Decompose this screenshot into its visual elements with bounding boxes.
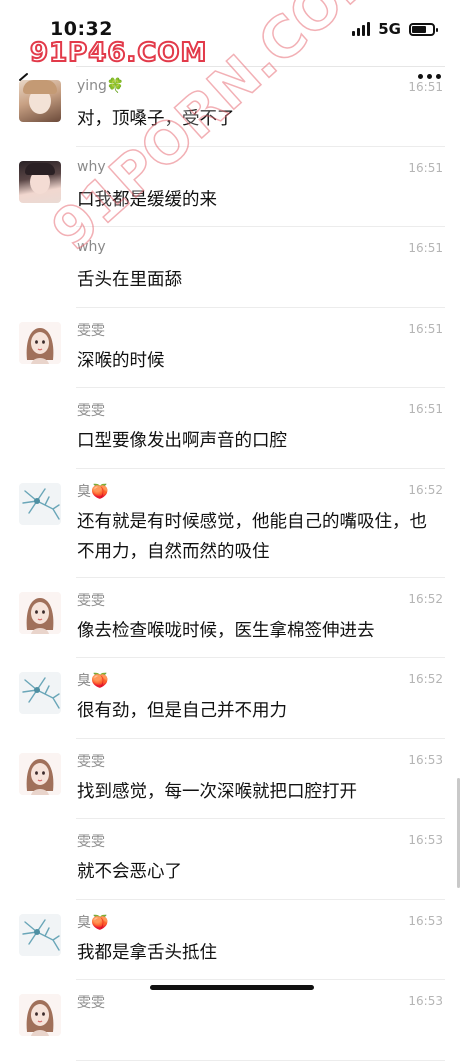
chat-message[interactable]: 雯雯 16:52 像去检查喉咙时候，医生拿棉签伸进去 [0,578,463,658]
message-text[interactable]: 深喉的时候 [77,346,443,376]
status-indicators: 5G [352,20,438,38]
chat-message[interactable]: 雯雯 16:53 找到感觉，每一次深喉就把口腔打开 [0,739,463,819]
message-text[interactable]: 口型要像发出啊声音的口腔 [77,426,443,456]
girl-photo-avatar-2[interactable] [19,160,61,203]
sender-name: why [77,239,106,255]
sender-name: 雯雯 [77,834,105,850]
cartoon-girl-avatar[interactable] [19,752,61,795]
chat-message[interactable]: ying🍀 16:51 对，顶嗓子，受不了 [0,66,463,147]
back-chevron-icon[interactable] [16,72,32,88]
message-time: 16:51 [408,80,443,94]
message-text[interactable]: 口我都是缓缓的来 [77,185,443,215]
message-text[interactable]: 对，顶嗓子，受不了 [77,104,443,134]
chat-message[interactable]: 臭🍑 16:52 还有就是有时候感觉，他能自己的嘴吸住，也不用力，自然而然的吸住 [0,469,463,578]
message-time: 16:53 [408,752,443,767]
cartoon-girl-avatar[interactable] [19,994,61,1036]
sender-name: 雯雯 [77,995,105,1011]
message-divider [76,1059,445,1061]
chat-message[interactable]: why 16:51 舌头在里面舔 [0,227,463,308]
sender-name: ying🍀 [77,78,125,94]
message-time: 16:51 [408,402,443,416]
chat-message-list[interactable]: ying🍀 16:51 对，顶嗓子，受不了 why 16:51 口我都是缓缓的来 why 16… [0,66,463,1061]
sender-name: 臭🍑 [77,483,109,500]
status-time: 10:32 [50,18,113,40]
signal-icon [352,22,371,36]
message-time: 16:51 [408,321,443,336]
message-time: 16:52 [408,591,443,606]
message-text[interactable]: 像去检查喉咙时候，医生拿棉签伸进去 [77,616,443,646]
message-text[interactable]: 还有就是有时候感觉，他能自己的嘴吸住，也不用力，自然而然的吸住 [77,507,443,567]
message-time: 16:52 [408,482,443,497]
home-indicator[interactable] [150,985,314,990]
watermark-top: 91P46.COM [29,37,208,69]
sender-name: 雯雯 [77,322,105,339]
neuron-avatar[interactable] [19,913,61,956]
message-time: 16:51 [408,160,443,175]
neuron-avatar[interactable] [19,672,61,714]
sender-name: 臭🍑 [77,914,109,931]
sender-name: why [77,158,106,175]
chat-message[interactable]: 臭🍑 16:52 很有劲，但是自己并不用力 [0,658,463,739]
cartoon-girl-avatar[interactable] [19,321,61,364]
cartoon-girl-avatar[interactable] [19,591,61,634]
message-text[interactable]: 很有劲，但是自己并不用力 [77,696,443,726]
message-text[interactable]: 找到感觉，每一次深喉就把口腔打开 [77,777,443,807]
message-time: 16:51 [408,241,443,255]
network-type: 5G [378,20,401,38]
chat-message[interactable]: why 16:51 口我都是缓缓的来 [0,147,463,227]
message-time: 16:52 [408,672,443,686]
chat-message[interactable]: 雯雯 16:53 就不会恶心了 [0,819,463,900]
sender-name: 臭🍑 [77,673,109,689]
message-text[interactable]: 我都是拿舌头抵住 [77,938,443,968]
scrollbar[interactable] [457,778,460,888]
message-text[interactable]: 就不会恶心了 [77,857,443,887]
chat-message[interactable]: 雯雯 16:51 口型要像发出啊声音的口腔 [0,388,463,469]
message-text[interactable]: 舌头在里面舔 [77,265,443,295]
sender-name: 雯雯 [77,753,105,770]
more-dots-icon[interactable] [418,74,441,79]
chat-message[interactable]: 臭🍑 16:53 我都是拿舌头抵住 [0,900,463,980]
message-time: 16:53 [408,994,443,1008]
sender-name: 雯雯 [77,403,105,419]
neuron-avatar[interactable] [19,482,61,525]
chat-message[interactable]: 雯雯 16:53 [0,980,463,1061]
sender-name: 雯雯 [77,592,105,609]
message-time: 16:53 [408,833,443,847]
message-time: 16:53 [408,913,443,928]
chat-message[interactable]: 雯雯 16:51 深喉的时候 [0,308,463,388]
battery-icon [409,22,438,36]
